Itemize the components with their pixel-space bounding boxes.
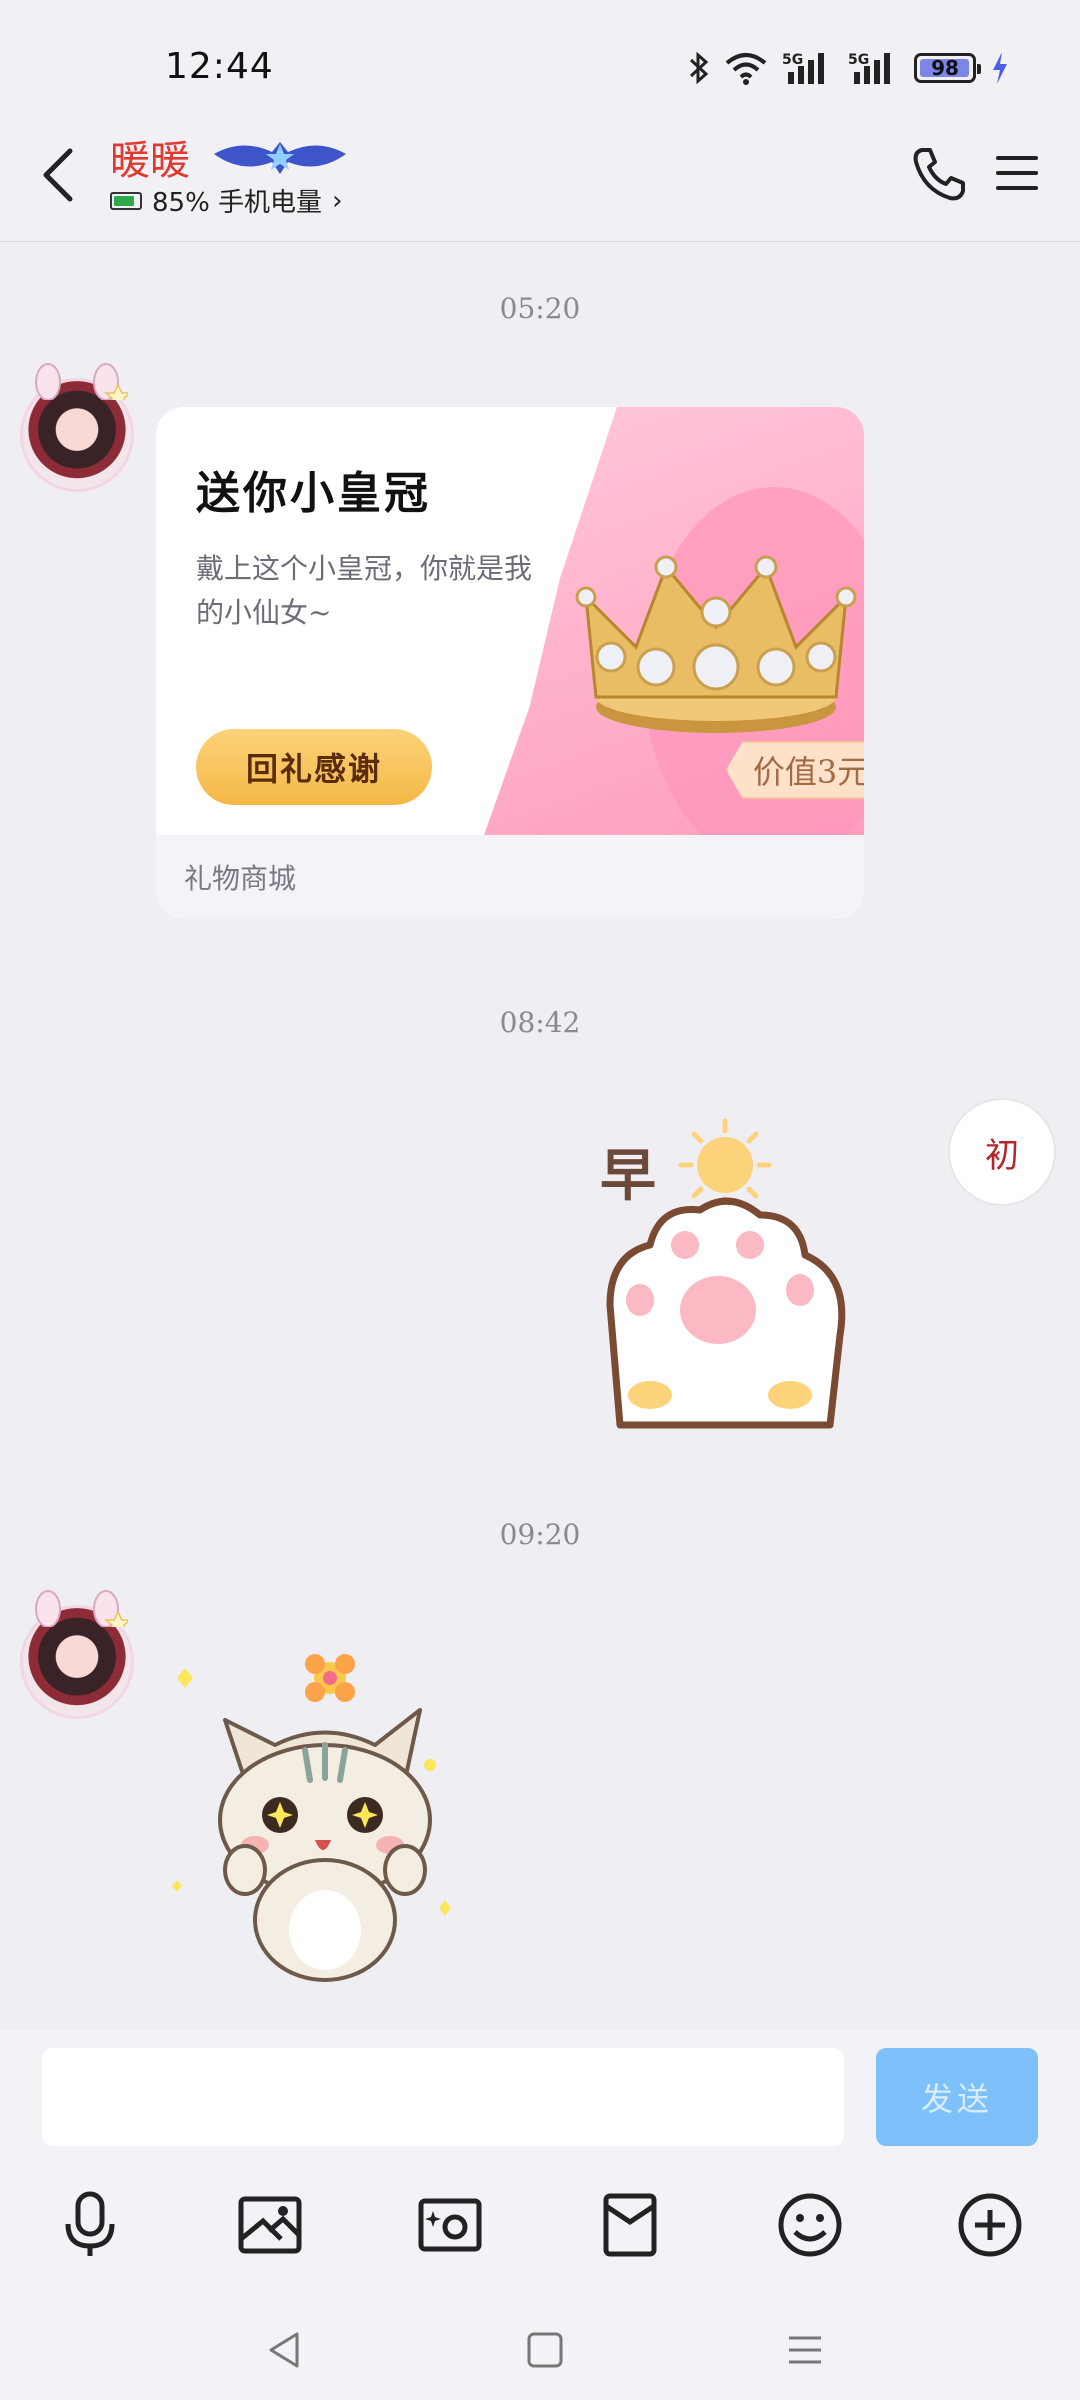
camera-icon — [418, 2198, 482, 2252]
back-arrow-icon — [43, 148, 73, 202]
charging-icon — [993, 52, 1007, 84]
crown-icon — [575, 555, 857, 733]
send-button[interactable]: 发送 — [876, 2048, 1038, 2146]
plus-circle-icon — [958, 2193, 1022, 2257]
more-button[interactable] — [945, 2180, 1035, 2270]
nav-back-button[interactable] — [255, 2320, 315, 2380]
emoji-icon — [778, 2193, 842, 2257]
menu-button[interactable] — [992, 148, 1042, 198]
bluetooth-icon — [689, 51, 709, 85]
red-envelope-icon — [603, 2193, 657, 2257]
mini-battery-fill — [114, 195, 135, 206]
timestamp: 08:42 — [499, 1006, 581, 1039]
chat-header: 暖暖 85% 手机电量 › — [0, 120, 1080, 242]
back-button[interactable] — [30, 140, 86, 210]
battery-icon: 98 — [914, 53, 981, 83]
emoji-button[interactable] — [765, 2180, 855, 2270]
gift-store-link[interactable]: 礼物商城 — [156, 835, 864, 919]
gift-card-message[interactable]: 送你小皇冠 戴上这个小皇冠，你就是我的小仙女~ 回礼感谢 价值3元 礼物商城 — [156, 407, 864, 919]
status-time: 12:44 — [165, 46, 274, 87]
gift-title: 送你小皇冠 — [196, 468, 431, 519]
nav-recents-button[interactable] — [775, 2320, 835, 2380]
triangle-back-icon — [269, 2332, 299, 2368]
network-label-1: 5G — [782, 52, 803, 68]
message-input[interactable] — [42, 2048, 844, 2146]
image-icon — [238, 2196, 302, 2254]
chevron-right-icon: › — [332, 185, 343, 216]
signal-5g-icon-2: 5G — [848, 52, 890, 84]
timestamp: 09:20 — [499, 1518, 581, 1551]
sticker-morning-paw[interactable]: 早 — [590, 1115, 860, 1435]
sticker-cat[interactable] — [165, 1650, 465, 1990]
battery-share[interactable]: 85% 手机电量 › — [110, 182, 342, 219]
signal-5g-icon-1: 5G — [782, 52, 824, 84]
input-bar: 发送 — [0, 2030, 1080, 2400]
my-avatar[interactable]: 初 — [948, 1098, 1056, 1206]
hamburger-menu-icon — [996, 156, 1038, 190]
square-home-icon — [527, 2332, 563, 2368]
vip-badge-icon[interactable] — [212, 134, 348, 178]
phone-icon — [913, 148, 965, 201]
status-bar: 12:44 5G 5G 98 — [0, 0, 1080, 130]
tool-row — [0, 2180, 1080, 2270]
call-button[interactable] — [908, 144, 968, 204]
return-gift-button[interactable]: 回礼感谢 — [196, 729, 432, 805]
network-label-2: 5G — [848, 52, 869, 68]
gift-card-hero: 送你小皇冠 戴上这个小皇冠，你就是我的小仙女~ 回礼感谢 价值3元 — [156, 407, 864, 867]
sticker-morning-text: 早 — [600, 1144, 656, 1209]
gift-description: 戴上这个小皇冠，你就是我的小仙女~ — [196, 552, 533, 629]
my-avatar-text: 初 — [985, 1135, 1019, 1176]
battery-level: 98 — [931, 56, 959, 80]
red-envelope-button[interactable] — [585, 2180, 675, 2270]
nav-home-button[interactable] — [515, 2320, 575, 2380]
bunny-ears-decoration — [35, 363, 128, 400]
recents-menu-icon — [789, 2336, 821, 2364]
gift-price-tag: 价值3元 — [726, 741, 864, 799]
status-icons: 5G 5G 98 — [688, 48, 1010, 88]
bunny-ears-decoration — [35, 1590, 128, 1627]
contact-name[interactable]: 暖暖 — [110, 128, 190, 186]
image-button[interactable] — [225, 2180, 315, 2270]
microphone-icon — [65, 2191, 115, 2256]
wifi-icon — [725, 53, 767, 85]
system-navigation-bar — [0, 2300, 1080, 2400]
voice-button[interactable] — [45, 2180, 135, 2270]
camera-button[interactable] — [405, 2180, 495, 2270]
mini-battery-icon — [110, 191, 142, 210]
timestamp: 05:20 — [499, 292, 581, 325]
battery-share-text: 85% 手机电量 — [152, 188, 323, 218]
